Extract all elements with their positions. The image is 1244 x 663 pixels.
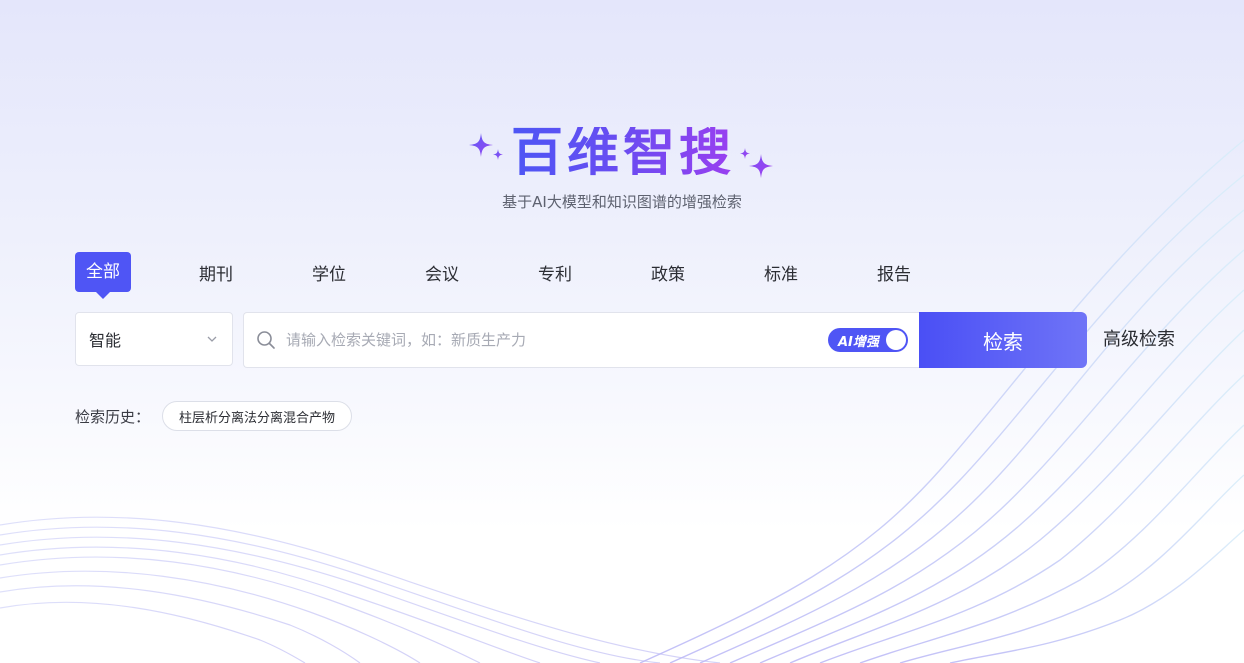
ai-enhance-toggle[interactable]: AI增强 [828, 328, 908, 352]
tab-label: 期刊 [199, 264, 233, 285]
tab-journals[interactable]: 期刊 [188, 252, 301, 292]
history-chip[interactable]: 柱层析分离法分离混合产物 [162, 401, 353, 431]
tab-label: 报告 [877, 264, 911, 285]
tab-standards[interactable]: 标准 [753, 252, 866, 292]
ai-enhance-label: AI增强 [838, 334, 879, 350]
tab-degrees[interactable]: 学位 [301, 252, 414, 292]
search-icon [257, 331, 275, 349]
tab-patents[interactable]: 专利 [527, 252, 640, 292]
tab-label: 全部 [75, 252, 131, 292]
tab-conferences[interactable]: 会议 [414, 252, 527, 292]
brand-subtitle: 基于AI大模型和知识图谱的增强检索 [502, 193, 742, 211]
tab-label: 专利 [538, 264, 572, 285]
tab-label: 政策 [651, 264, 685, 285]
sparkle-icon [740, 148, 773, 178]
tab-label: 会议 [425, 264, 459, 285]
tab-label: 学位 [312, 264, 346, 285]
search-button[interactable]: 检索 [919, 312, 1087, 368]
history-label: 检索历史： [75, 407, 151, 426]
search-bar: AI增强 [243, 312, 920, 368]
search-mode-value: 智能 [89, 331, 122, 350]
advanced-search-link[interactable]: 高级检索 [1103, 326, 1175, 354]
tab-label: 标准 [764, 264, 798, 285]
tab-policies[interactable]: 政策 [640, 252, 753, 292]
toggle-knob [886, 330, 906, 350]
category-tabs: 全部 期刊 学位 会议 专利 政策 标准 报告 [75, 252, 979, 292]
search-input[interactable] [284, 330, 828, 350]
search-history: 检索历史： 柱层析分离法分离混合产物 [75, 400, 353, 432]
brand-title: 百维智搜 [510, 123, 735, 183]
sparkle-icon [468, 133, 503, 160]
chevron-down-icon [207, 336, 217, 342]
tab-reports[interactable]: 报告 [866, 252, 979, 292]
tab-all[interactable]: 全部 [75, 252, 188, 292]
search-mode-select[interactable]: 智能 [75, 312, 233, 366]
brand-logo: 百维智搜 [0, 118, 1244, 188]
